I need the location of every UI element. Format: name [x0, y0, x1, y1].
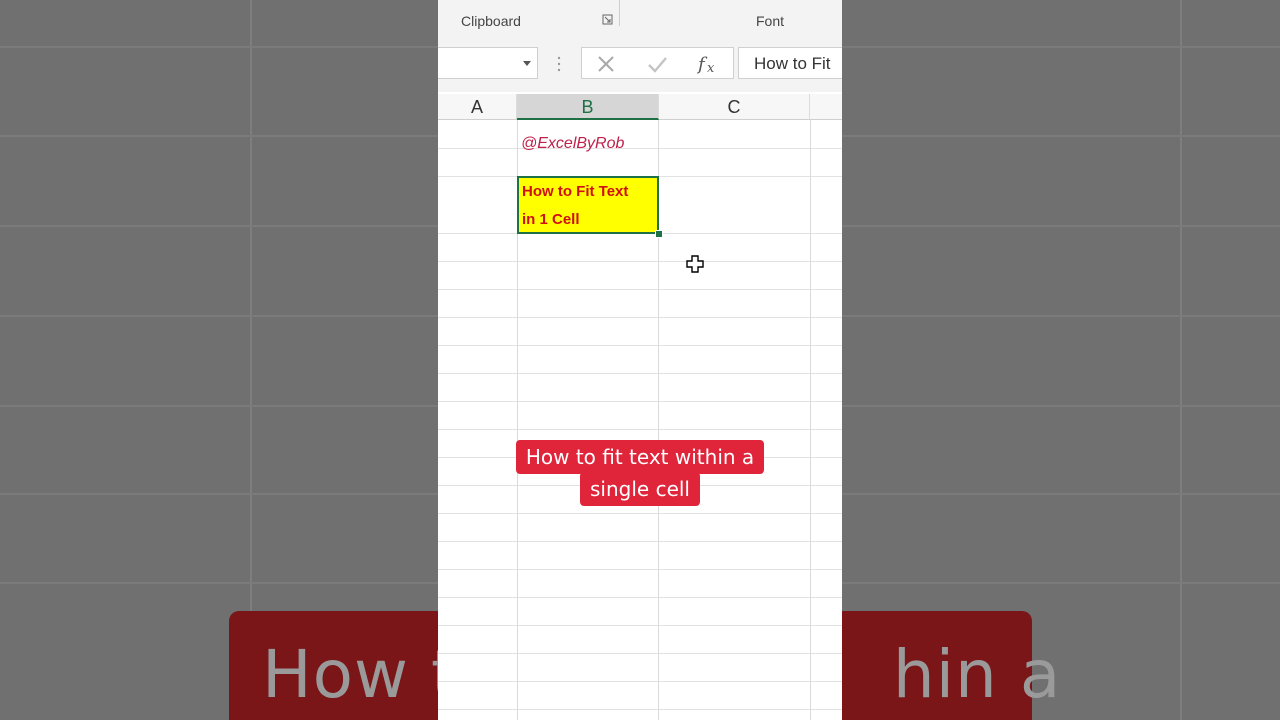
grid-row-line: [438, 345, 842, 346]
grid-row-line: [438, 373, 842, 374]
svg-text:x: x: [707, 61, 715, 75]
ribbon-group-clipboard: Clipboard: [461, 13, 521, 29]
grid-row-line: [438, 653, 842, 654]
cancel-x-icon[interactable]: [596, 53, 616, 75]
grid-row-line: [438, 261, 842, 262]
grid-col-line: [810, 120, 811, 720]
grid-row-line: [438, 317, 842, 318]
grid-row-line: [438, 569, 842, 570]
plus-cursor-icon: [686, 255, 704, 273]
column-header-a[interactable]: A: [438, 94, 517, 120]
cell-b1[interactable]: @ExcelByRob: [521, 135, 624, 153]
ribbon: Clipboard Font: [438, 0, 842, 37]
cell-b3-selected[interactable]: How to Fit Text in 1 Cell: [517, 176, 659, 234]
splitter-dots-icon[interactable]: [557, 55, 561, 73]
grid-row-line: [438, 289, 842, 290]
fx-function-icon[interactable]: f x: [696, 53, 720, 75]
ribbon-separator: [619, 0, 620, 26]
dropdown-arrow-icon[interactable]: [523, 61, 531, 66]
bg-caption-left: How t: [262, 636, 458, 713]
bg-caption-right: hin a: [892, 636, 1062, 713]
cell-b3-line1: How to Fit Text: [522, 183, 629, 200]
grid-row-line: [438, 401, 842, 402]
ribbon-group-font: Font: [756, 13, 785, 29]
video-caption: How to fit text within a single cell: [438, 440, 842, 506]
enter-check-icon[interactable]: [646, 53, 668, 75]
cell-b3-line2: in 1 Cell: [522, 211, 580, 228]
grid-row-line: [438, 541, 842, 542]
grid-row-line: [438, 709, 842, 710]
column-header-b[interactable]: B: [517, 94, 659, 120]
grid-row-line: [438, 625, 842, 626]
grid-row-line: [438, 513, 842, 514]
grid-row-line: [438, 148, 842, 149]
column-header-c[interactable]: C: [659, 94, 810, 120]
formula-buttons: f x: [581, 47, 734, 79]
grid-row-line: [438, 429, 842, 430]
caption-line2: single cell: [580, 472, 700, 506]
video-panel: Clipboard Font f x How to Fit A B C @Exc…: [438, 0, 842, 720]
grid-row-line: [438, 681, 842, 682]
grid-row-line: [438, 597, 842, 598]
caption-line1: How to fit text within a: [515, 440, 765, 474]
name-box[interactable]: [438, 47, 538, 79]
dialog-launcher-icon[interactable]: [602, 14, 613, 25]
formula-input[interactable]: How to Fit: [738, 47, 842, 79]
column-header-d[interactable]: [810, 94, 842, 120]
bg-grid-line: [1180, 0, 1182, 720]
formula-bar: f x How to Fit: [438, 36, 842, 92]
fill-handle[interactable]: [655, 230, 663, 238]
